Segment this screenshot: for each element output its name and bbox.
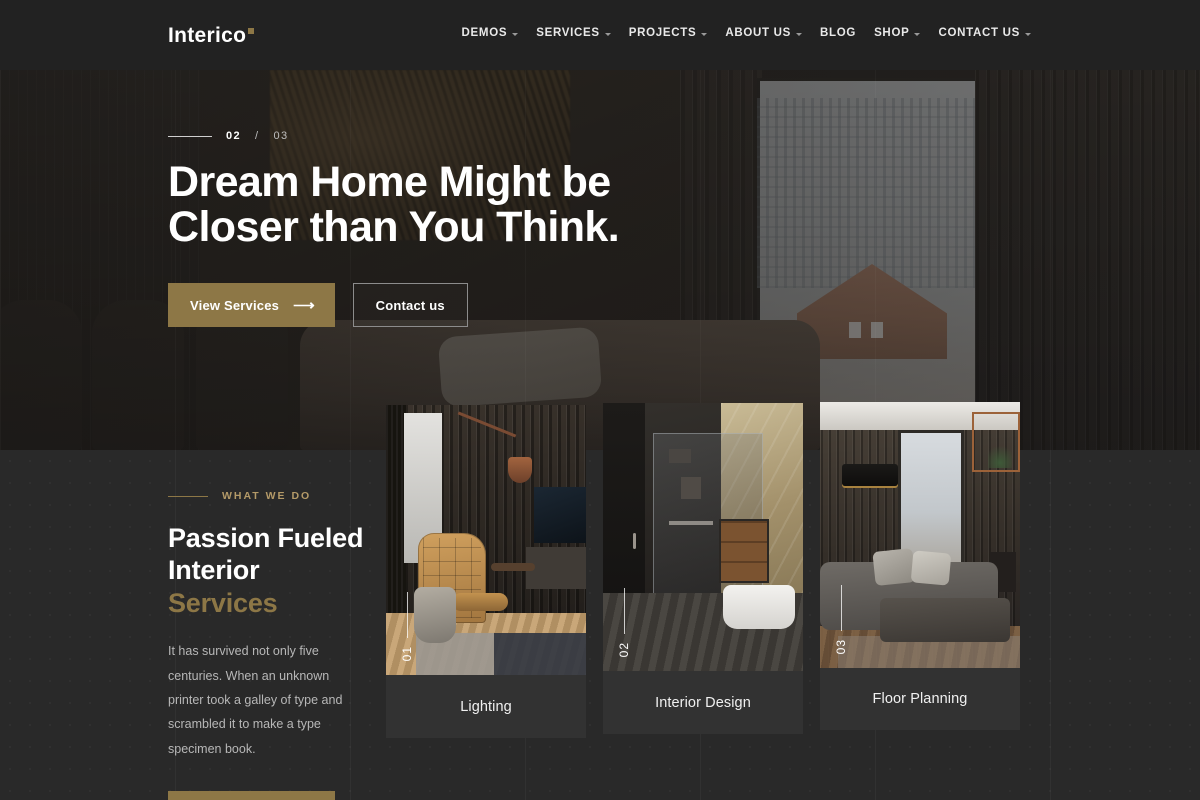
chevron-down-icon xyxy=(796,32,803,36)
logo-text: Interico xyxy=(168,24,247,47)
lighting-ottoman xyxy=(452,593,508,611)
nav-label-projects: PROJECTS xyxy=(628,27,697,39)
arrow-right-icon: ⟶ xyxy=(293,296,314,314)
nav-label-contact-us: CONTACT US xyxy=(938,27,1020,39)
eyebrow-line xyxy=(168,495,208,497)
service-card-number: 02 xyxy=(617,641,631,657)
living-room-pillow xyxy=(910,550,952,586)
service-card-image: 01 xyxy=(386,405,586,675)
page-root: Interico DEMOS SERVICES PROJECTS ABOUT U… xyxy=(0,0,1200,800)
bathroom-toilet xyxy=(723,585,795,629)
service-card-title: Interior Design xyxy=(655,694,751,711)
lighting-planter xyxy=(414,587,456,643)
site-logo[interactable]: Interico xyxy=(168,24,255,48)
hero-content: 02 / 03 Dream Home Might be Closer than … xyxy=(168,130,620,328)
service-card-image: 02 xyxy=(603,403,803,671)
card-number-line xyxy=(406,591,408,638)
bathroom-shower-head xyxy=(669,449,691,463)
slide-separator: / xyxy=(255,130,260,142)
hero-view-services-label: View Services xyxy=(190,297,280,313)
nav-label-services: SERVICES xyxy=(536,27,600,39)
hero-slider: 02 / 03 Dream Home Might be Closer than … xyxy=(0,70,1200,450)
hero-title-line-2: Closer than You Think. xyxy=(168,202,620,251)
bathroom-wood-cabinet xyxy=(721,521,767,581)
nav-item-blog[interactable]: BLOG xyxy=(811,27,865,39)
card-number-line xyxy=(840,584,842,631)
service-card-title-bar[interactable]: Lighting xyxy=(386,675,586,738)
service-card-number: 03 xyxy=(834,638,848,654)
card-number-line xyxy=(623,587,625,634)
nav-label-demos: DEMOS xyxy=(461,27,508,39)
chevron-down-icon xyxy=(604,32,611,36)
service-card-interior-design[interactable]: 02 Interior Design xyxy=(603,403,803,734)
services-section: WHAT WE DO Passion Fueled Interior Servi… xyxy=(0,402,1200,800)
nav-item-contact-us[interactable]: CONTACT US xyxy=(929,27,1040,39)
nav-item-projects[interactable]: PROJECTS xyxy=(620,27,717,39)
services-title: Passion Fueled Interior Services xyxy=(168,522,368,619)
service-card-number-group: 01 xyxy=(400,591,414,661)
nav-label-shop: SHOP xyxy=(874,27,910,39)
hero-contact-us-button[interactable]: Contact us xyxy=(352,283,468,328)
hero-view-services-button[interactable]: View Services ⟶ xyxy=(168,283,335,328)
living-room-pendant-lamp-icon xyxy=(842,464,898,486)
nav-item-demos[interactable]: DEMOS xyxy=(453,27,528,39)
services-title-line-2-accent: Services xyxy=(168,587,278,618)
lighting-copper-lamp-icon xyxy=(508,457,532,483)
service-card-number: 01 xyxy=(400,645,414,661)
slide-current-number: 02 xyxy=(226,130,242,142)
slide-counter-line xyxy=(168,135,212,137)
site-header: Interico DEMOS SERVICES PROJECTS ABOUT U… xyxy=(0,0,1200,70)
service-card-title-bar[interactable]: Interior Design xyxy=(603,671,803,734)
services-paragraph: It has survived not only five centuries.… xyxy=(168,644,343,756)
services-title-line-2-plain: Interior xyxy=(168,555,260,586)
main-navigation: DEMOS SERVICES PROJECTS ABOUT US BLOG SH… xyxy=(453,27,1040,39)
living-room-ottoman xyxy=(880,598,1010,642)
bathroom-shower-panel xyxy=(681,477,701,499)
service-card-title: Floor Planning xyxy=(872,691,968,707)
bathroom-towel-bar xyxy=(669,521,713,525)
bathroom-door-handle xyxy=(633,533,636,549)
nav-item-about-us[interactable]: ABOUT US xyxy=(716,27,811,39)
nav-label-about-us: ABOUT US xyxy=(725,27,792,39)
hero-contact-us-label: Contact us xyxy=(375,297,445,313)
hero-title-line-1: Dream Home Might be xyxy=(168,158,611,206)
living-room-plant-icon xyxy=(988,442,1012,468)
slide-counter: 02 / 03 xyxy=(168,130,619,142)
nav-item-services[interactable]: SERVICES xyxy=(527,27,620,39)
service-card-floor-planning[interactable]: 03 Floor Planning xyxy=(820,402,1020,730)
hero-button-group: View Services ⟶ Contact us xyxy=(168,283,619,328)
chevron-down-icon xyxy=(512,32,519,36)
services-eyebrow: WHAT WE DO xyxy=(168,490,368,502)
service-card-lighting[interactable]: 01 Lighting xyxy=(386,405,586,738)
service-card-image: 03 xyxy=(820,402,1020,668)
service-cards: 01 Lighting 02 Interior Design 03 Floor … xyxy=(386,402,1086,800)
service-card-title: Lighting xyxy=(460,698,512,715)
lighting-cabinet xyxy=(526,547,586,589)
chevron-down-icon xyxy=(914,32,921,36)
lighting-side-table xyxy=(491,563,535,571)
service-card-title-bar[interactable]: Floor Planning xyxy=(820,668,1020,730)
hero-title: Dream Home Might be Closer than You Thin… xyxy=(168,158,620,251)
service-card-number-group: 03 xyxy=(834,584,848,654)
nav-label-blog: BLOG xyxy=(820,27,857,39)
living-room-pillow xyxy=(872,548,916,586)
nav-item-shop[interactable]: SHOP xyxy=(865,27,929,39)
eyebrow-label: WHAT WE DO xyxy=(222,490,312,502)
chevron-down-icon xyxy=(701,32,708,36)
service-card-number-group: 02 xyxy=(617,587,631,657)
chevron-down-icon xyxy=(1025,32,1031,36)
logo-accent-square-icon xyxy=(248,28,255,34)
services-title-line-1: Passion Fueled xyxy=(168,523,364,553)
services-intro-column: WHAT WE DO Passion Fueled Interior Servi… xyxy=(168,490,368,800)
services-view-services-button[interactable]: View Services ⟶ xyxy=(168,791,335,800)
lighting-tv xyxy=(534,487,586,543)
slide-total-number: 03 xyxy=(273,130,289,142)
